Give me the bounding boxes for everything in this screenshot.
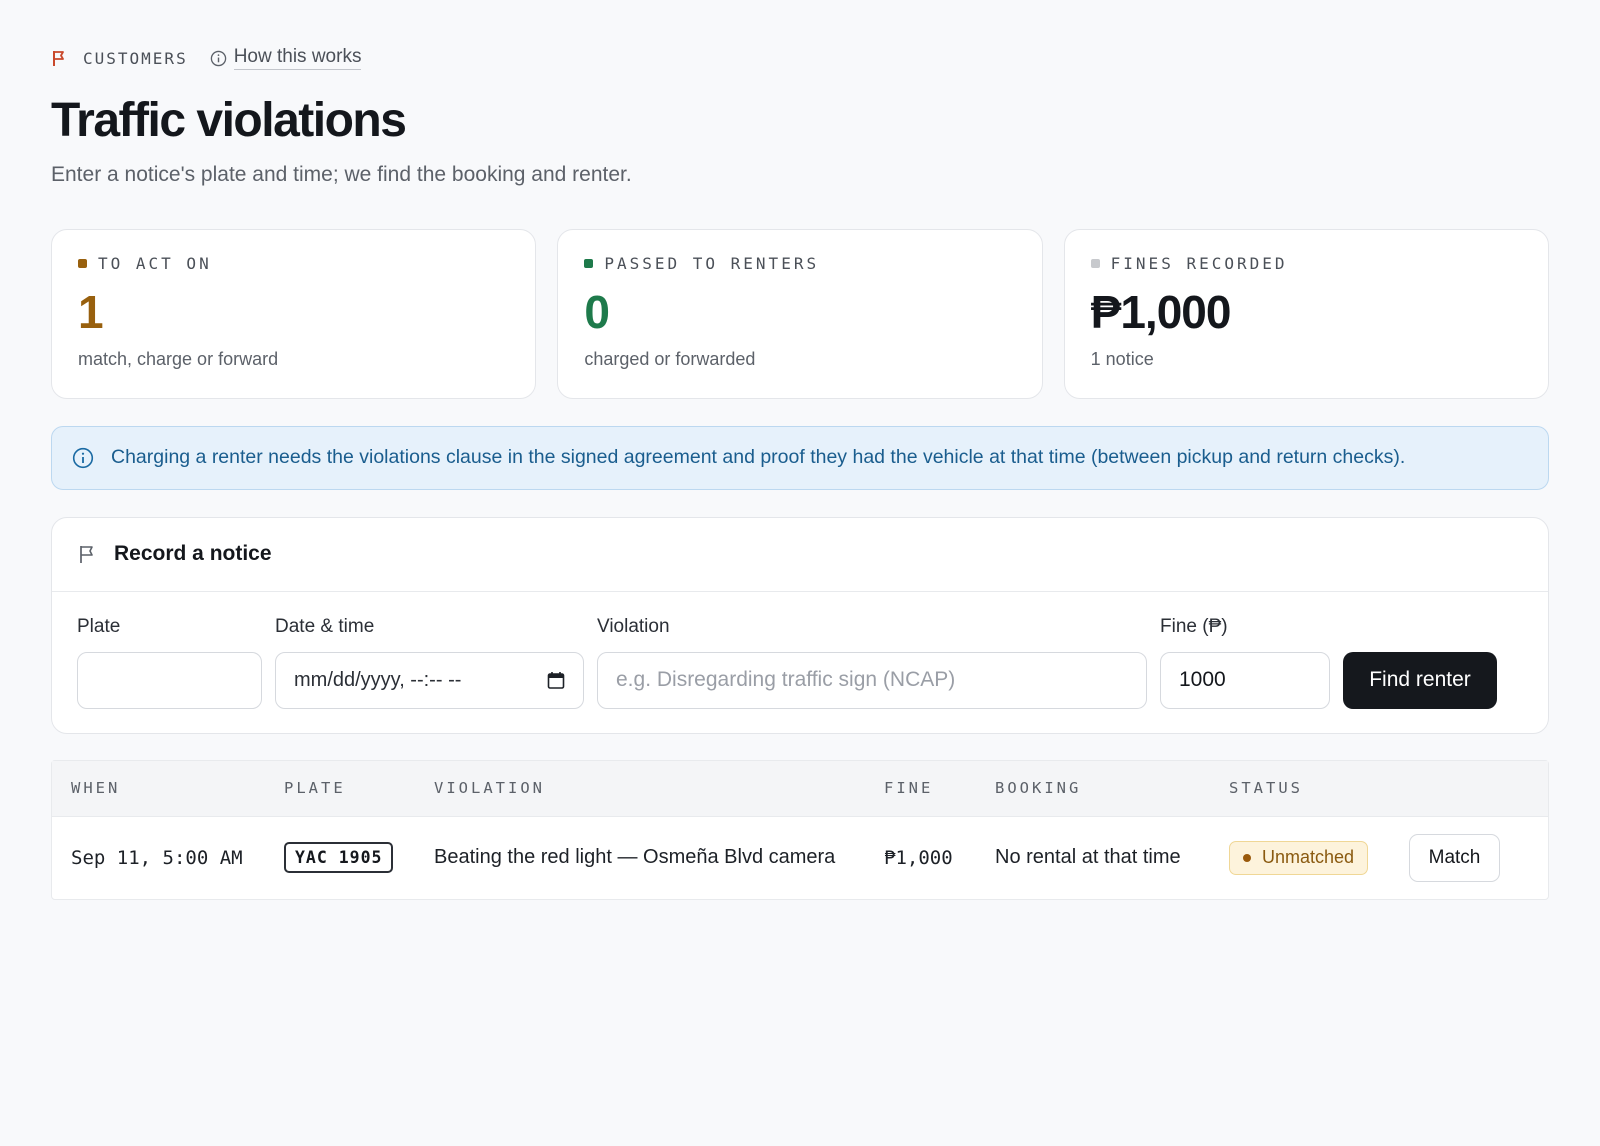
column-header-status: STATUS (1229, 779, 1303, 798)
plate-input[interactable] (77, 651, 262, 709)
how-this-works-label: How this works (233, 46, 362, 70)
panel-title: Record a notice (114, 542, 272, 566)
stat-caption: charged or forwarded (584, 349, 756, 370)
panel-header: Record a notice (52, 518, 1548, 592)
table-header: WHEN PLATE VIOLATION FINE BOOKING STATUS (52, 760, 1548, 817)
violations-table: WHEN PLATE VIOLATION FINE BOOKING STATUS… (51, 759, 1549, 900)
stats-row: TO ACT ON 1 match, charge or forward PAS… (51, 228, 1549, 399)
violation-input[interactable]: e.g. Disregarding traffic sign (NCAP) (597, 651, 1147, 709)
stat-value: 1 (78, 285, 104, 338)
record-notice-panel: Record a notice Plate Date & time mm/dd/… (51, 516, 1549, 734)
datetime-input[interactable]: mm/dd/yyyy, --:-- -- (275, 651, 584, 709)
stat-caption: 1 notice (1090, 349, 1154, 370)
plate-field-group: Plate (77, 616, 262, 709)
status-badge: Unmatched (1229, 840, 1369, 875)
datetime-placeholder: mm/dd/yyyy, --:-- -- (294, 668, 462, 691)
record-notice-form: Plate Date & time mm/dd/yyyy, --:-- -- V… (52, 592, 1548, 733)
stat-label: TO ACT ON (98, 253, 212, 273)
fine-input[interactable]: 1000 (1160, 651, 1330, 709)
column-header-when: WHEN (71, 779, 121, 798)
status-dot (1243, 853, 1251, 862)
flag-icon (80, 546, 93, 564)
violation-label: Violation (597, 615, 670, 637)
traffic-violations-page: CUSTOMERS How this works Traffic violati… (51, 40, 1549, 900)
flag-icon (53, 51, 64, 66)
status-dot (78, 258, 87, 268)
page-subtitle: Enter a notice's plate and time; we find… (51, 162, 632, 186)
stat-value: ₱1,000 (1090, 285, 1232, 338)
status-dot (1090, 258, 1100, 268)
calendar-icon[interactable] (547, 671, 565, 690)
stat-label: PASSED TO RENTERS (604, 253, 820, 273)
banner-text: Charging a renter needs the violations c… (111, 446, 1406, 469)
info-icon (72, 447, 94, 468)
stat-value: 0 (584, 285, 610, 338)
stat-card-fines-recorded: FINES RECORDED ₱1,000 1 notice (1063, 228, 1549, 399)
column-header-booking: BOOKING (995, 779, 1082, 798)
plate-tag: YAC 1905 (284, 842, 394, 874)
stat-caption: match, charge or forward (78, 349, 279, 370)
row-fine: ₱1,000 (884, 846, 953, 869)
datetime-field-group: Date & time mm/dd/yyyy, --:-- -- (275, 616, 584, 709)
row-violation: Beating the red light — Osmeña Blvd came… (434, 846, 836, 869)
column-header-fine: FINE (884, 779, 934, 798)
info-icon (210, 50, 226, 66)
fine-label: Fine (₱) (1160, 615, 1228, 637)
datetime-label: Date & time (275, 615, 375, 637)
info-banner: Charging a renter needs the violations c… (51, 425, 1549, 490)
status-label: Unmatched (1262, 847, 1355, 868)
table-row: Sep 11, 5:00 AM YAC 1905 Beating the red… (52, 817, 1548, 899)
fine-field-group: Fine (₱) 1000 (1160, 616, 1330, 709)
row-when: Sep 11, 5:00 AM (71, 846, 243, 869)
column-header-violation: VIOLATION (434, 779, 545, 798)
stat-card-passed-to-renters: PASSED TO RENTERS 0 charged or forwarded (557, 228, 1043, 399)
status-dot (584, 258, 594, 268)
column-header-plate: PLATE (284, 779, 346, 798)
match-button[interactable]: Match (1409, 833, 1500, 882)
stat-label: FINES RECORDED (1110, 253, 1288, 273)
row-booking: No rental at that time (995, 846, 1181, 869)
find-renter-button[interactable]: Find renter (1343, 651, 1497, 709)
eyebrow: CUSTOMERS How this works (51, 40, 1549, 76)
section-label: CUSTOMERS (83, 48, 188, 68)
violation-field-group: Violation e.g. Disregarding traffic sign… (597, 616, 1147, 709)
how-this-works-link[interactable]: How this works (210, 46, 362, 70)
page-title: Traffic violations (51, 94, 407, 147)
stat-card-to-act-on: TO ACT ON 1 match, charge or forward (51, 228, 537, 399)
plate-label: Plate (77, 615, 121, 637)
